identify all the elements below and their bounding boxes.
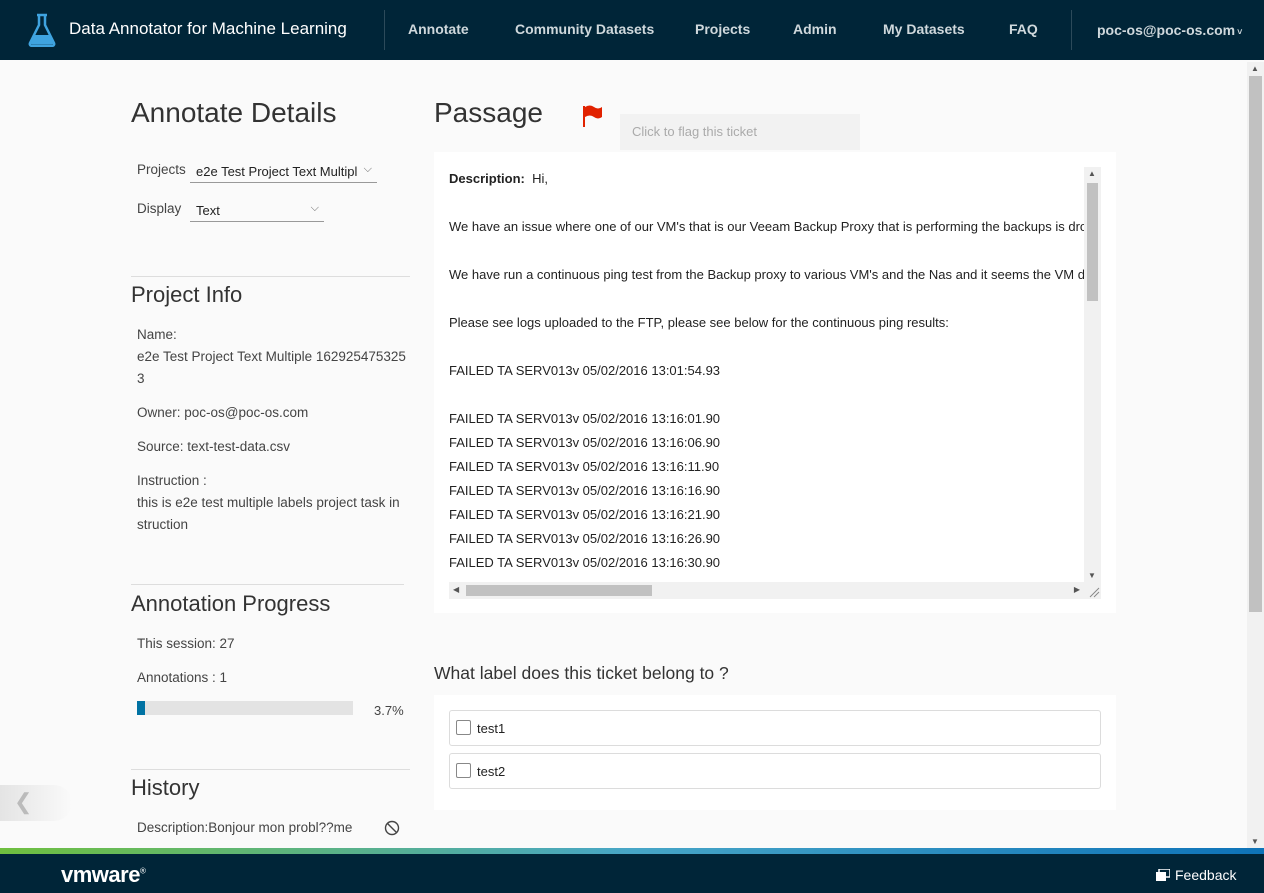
resize-handle-icon[interactable] xyxy=(1084,582,1101,599)
header-divider xyxy=(384,10,385,50)
scroll-thumb[interactable] xyxy=(466,585,652,596)
display-select[interactable]: Text ⌵ xyxy=(190,200,324,222)
nav-my-datasets[interactable]: My Datasets xyxy=(883,21,965,37)
passage-line: FAILED TA SERV013v 05/02/2016 13:16:16.9… xyxy=(449,483,721,498)
feedback-icon xyxy=(1156,869,1170,881)
scroll-up-icon[interactable]: ▲ xyxy=(1088,169,1096,178)
app-title[interactable]: Data Annotator for Machine Learning xyxy=(69,19,347,39)
chevron-down-icon: ⌵ xyxy=(363,163,372,175)
vmware-logo: vmware® xyxy=(61,862,146,887)
feedback-label: Feedback xyxy=(1175,867,1237,883)
history-heading: History xyxy=(131,775,200,800)
passage-line: FAILED TA SERV013v 05/02/2016 13:16:21.9… xyxy=(449,507,721,522)
project-name-value: e2e Test Project Text Multiple 162925475… xyxy=(137,349,406,386)
projects-label: Projects xyxy=(137,162,186,177)
page-scrollbar[interactable]: ▲ ▼ xyxy=(1247,62,1264,848)
description-label: Description xyxy=(449,171,521,186)
collapse-sidebar-button[interactable]: ❮ xyxy=(0,785,72,821)
instruction-label: Instruction : xyxy=(137,473,207,488)
nav-admin[interactable]: Admin xyxy=(793,21,837,37)
block-icon[interactable] xyxy=(384,820,400,836)
history-item[interactable]: Description:Bonjour mon probl??me xyxy=(137,817,352,839)
session-count: This session: 27 xyxy=(137,636,235,651)
label-question: What label does this ticket belong to ? xyxy=(434,663,729,683)
project-name-label: Name: xyxy=(137,327,177,342)
label-option-test1[interactable]: test1 xyxy=(449,710,1101,746)
scroll-down-icon[interactable]: ▼ xyxy=(1088,571,1096,580)
passage-line: FAILED TA SERV013v 05/02/2016 13:16:06.9… xyxy=(449,435,721,450)
top-nav-bar: Data Annotator for Machine Learning Anno… xyxy=(0,0,1264,60)
flag-icon[interactable] xyxy=(581,104,603,128)
passage-line: FAILED TA SERV013v 05/02/2016 13:16:30.9… xyxy=(449,555,721,570)
label-option-text: test1 xyxy=(477,721,506,736)
chevron-down-icon: ˅ xyxy=(1237,27,1243,37)
section-divider xyxy=(131,769,410,770)
section-divider xyxy=(131,276,410,277)
scroll-left-icon[interactable]: ◀ xyxy=(453,585,459,594)
chevron-down-icon: ⌵ xyxy=(310,202,319,214)
passage-textarea[interactable]: Description: Hi, We have an issue where … xyxy=(449,167,1101,599)
passage-line: FAILED TA SERV013v 05/02/2016 13:01:54.9… xyxy=(449,363,721,378)
passage-card: Description: Hi, We have an issue where … xyxy=(434,152,1116,613)
nav-annotate[interactable]: Annotate xyxy=(408,21,469,37)
passage-line: FAILED TA SERV013v 05/02/2016 13:16:26.9… xyxy=(449,531,721,546)
passage-line xyxy=(449,335,1084,359)
passage-line xyxy=(449,191,1084,215)
scroll-thumb[interactable] xyxy=(1087,183,1098,301)
display-select-value: Text xyxy=(196,203,220,218)
projects-select[interactable]: e2e Test Project Text Multipl ⌵ xyxy=(190,161,377,183)
nav-faq[interactable]: FAQ xyxy=(1009,21,1038,37)
passage-text: Description: Hi, We have an issue where … xyxy=(449,167,1084,582)
passage-vertical-scrollbar[interactable]: ▲ ▼ xyxy=(1084,167,1101,582)
scroll-right-icon[interactable]: ▶ xyxy=(1074,585,1080,594)
passage-line xyxy=(449,383,1084,407)
user-email: poc-os@poc-os.com xyxy=(1097,22,1236,38)
project-source: Source: text-test-data.csv xyxy=(137,439,291,454)
passage-line: FAILED TA SERV013v 05/02/2016 13:16:11.9… xyxy=(449,459,720,474)
checkbox[interactable] xyxy=(456,720,471,735)
labels-card: test1 test2 xyxy=(434,695,1116,810)
display-label: Display xyxy=(137,201,182,216)
flag-tooltip: Click to flag this ticket xyxy=(620,114,860,150)
passage-line: Please see logs uploaded to the FTP, ple… xyxy=(449,315,949,330)
chevron-left-icon: ❮ xyxy=(14,789,33,814)
passage-line: We have run a continuous ping test from … xyxy=(449,267,1084,282)
annotate-details-title: Annotate Details xyxy=(131,97,337,128)
nav-community-datasets[interactable]: Community Datasets xyxy=(515,21,654,37)
label-option-test2[interactable]: test2 xyxy=(449,753,1101,789)
progress-percent: 3.7% xyxy=(374,703,404,718)
flask-logo-icon xyxy=(28,13,56,47)
footer: vmware® Feedback xyxy=(0,854,1264,893)
section-divider xyxy=(131,584,404,585)
progress-bar xyxy=(137,701,353,715)
project-owner: Owner: poc-os@poc-os.com xyxy=(137,405,309,420)
passage-horizontal-scrollbar[interactable]: ◀ ▶ xyxy=(449,582,1084,599)
feedback-button[interactable]: Feedback xyxy=(1156,867,1236,883)
project-info-heading: Project Info xyxy=(131,282,243,307)
scroll-up-icon[interactable]: ▲ xyxy=(1251,64,1259,73)
passage-line: Description: Hi, xyxy=(449,171,548,186)
scroll-thumb[interactable] xyxy=(1249,76,1262,612)
projects-select-value: e2e Test Project Text Multipl xyxy=(196,164,358,179)
passage-heading: Passage xyxy=(434,97,543,128)
nav-projects[interactable]: Projects xyxy=(695,21,750,37)
passage-line xyxy=(449,239,1084,263)
label-option-text: test2 xyxy=(477,764,506,779)
scroll-down-icon[interactable]: ▼ xyxy=(1251,837,1259,846)
instruction-value: this is e2e test multiple labels project… xyxy=(137,495,400,532)
passage-line: We have an issue where one of our VM's t… xyxy=(449,219,1084,234)
passage-line xyxy=(449,287,1084,311)
header-divider xyxy=(1071,10,1072,50)
checkbox[interactable] xyxy=(456,763,471,778)
annotations-count: Annotations : 1 xyxy=(137,670,228,685)
user-menu[interactable]: poc-os@poc-os.com ˅ xyxy=(1097,22,1242,38)
passage-line: FAILED TA SERV013v 05/02/2016 13:16:01.9… xyxy=(449,411,721,426)
progress-fill xyxy=(137,701,145,715)
annotation-progress-heading: Annotation Progress xyxy=(131,591,331,616)
